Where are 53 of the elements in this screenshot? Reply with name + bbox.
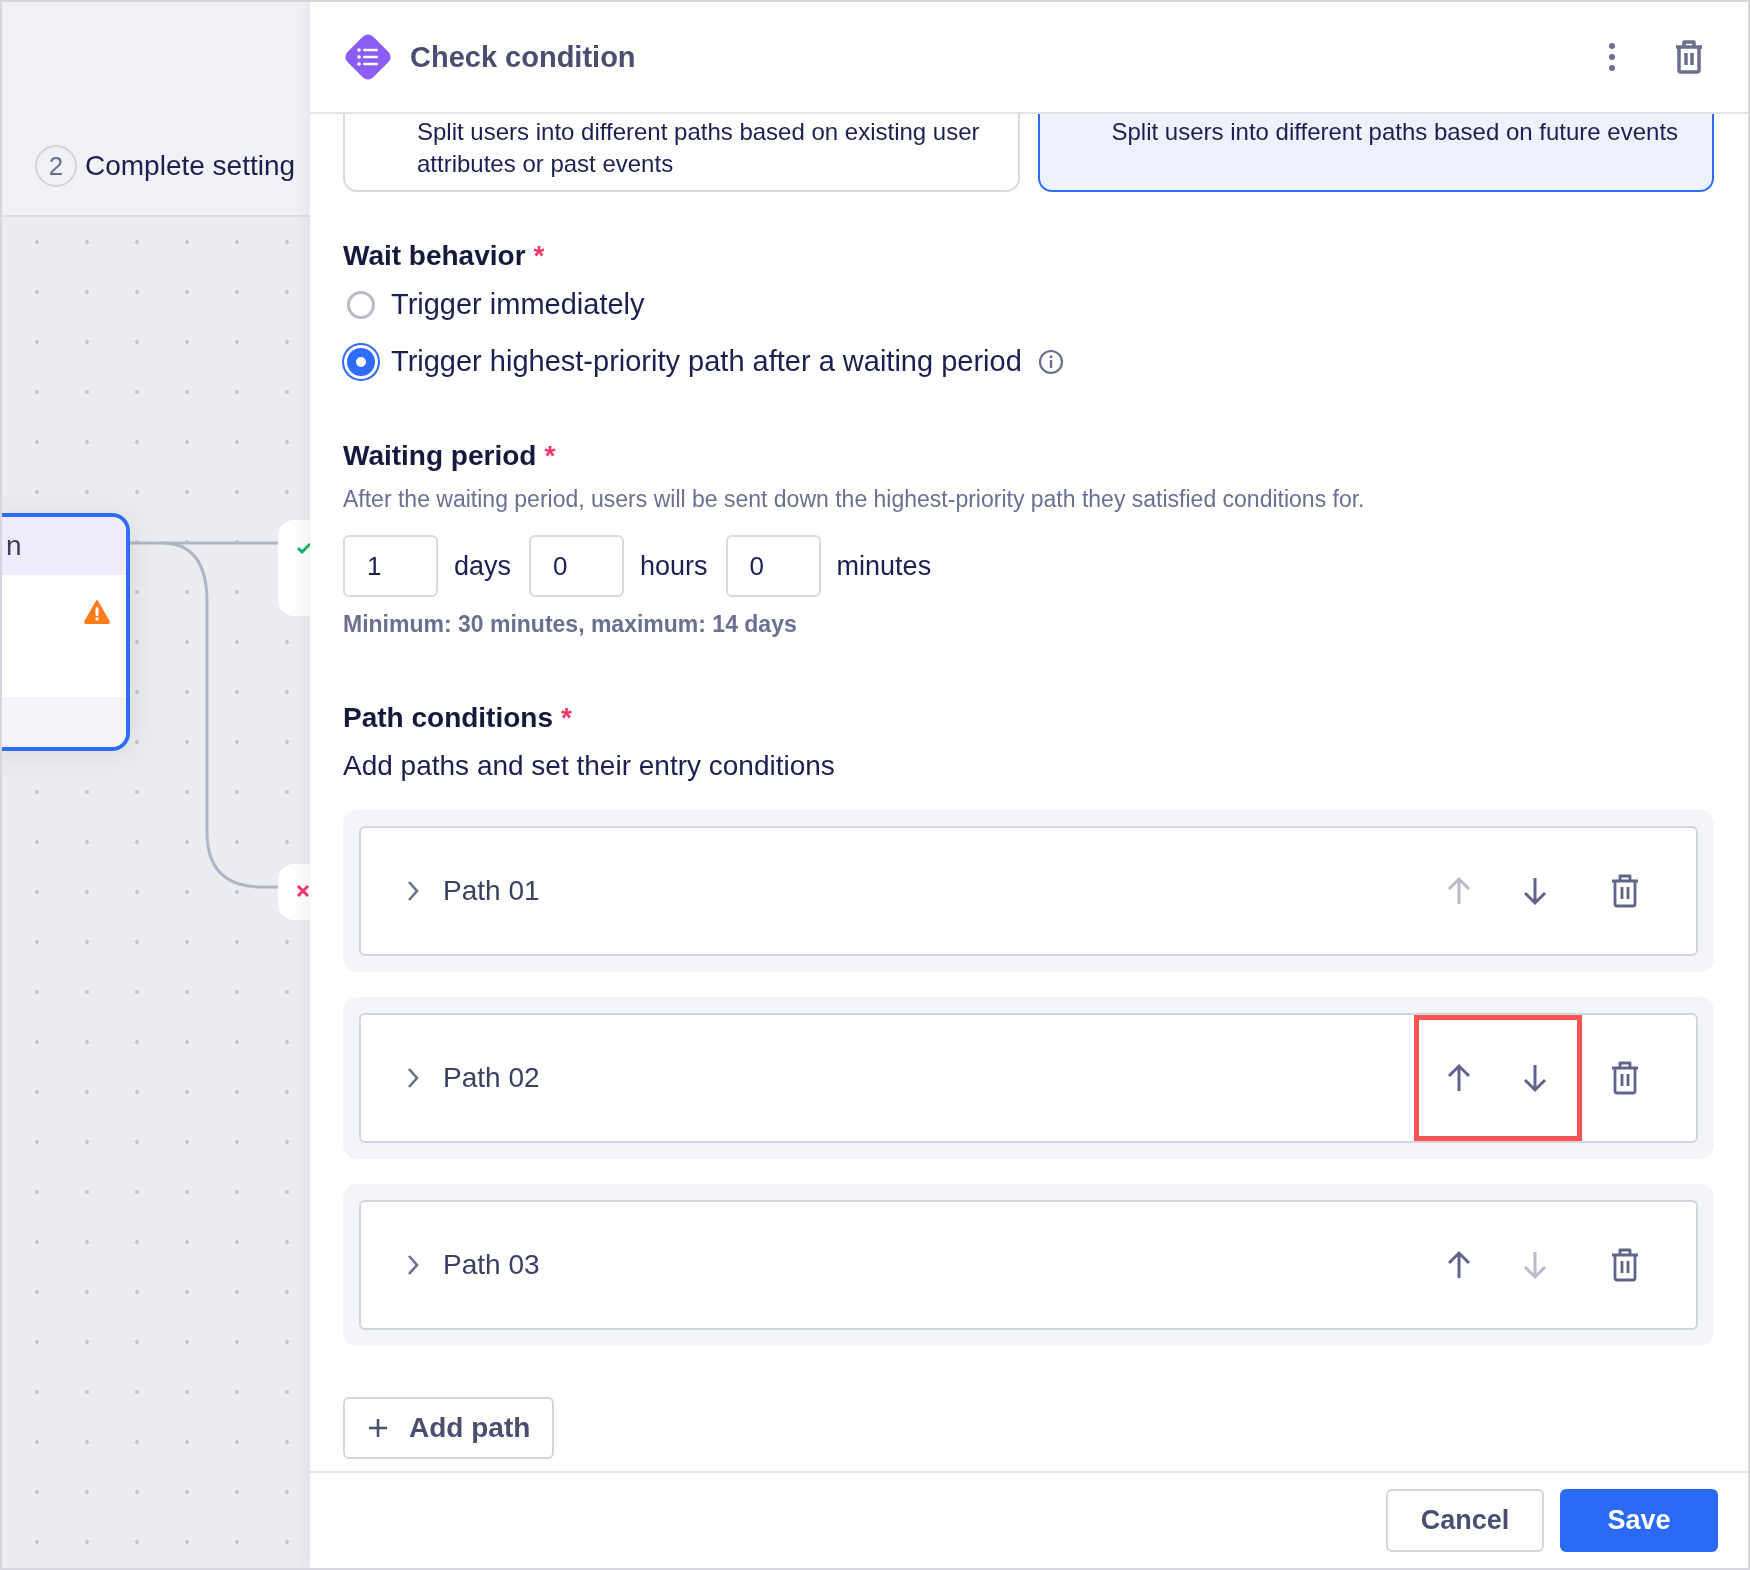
arrow-up-icon bbox=[1446, 1250, 1472, 1280]
workflow-node[interactable]: n bbox=[2, 513, 130, 751]
step-label: Complete setting bbox=[85, 150, 296, 182]
hint-text: Minimum: 30 minutes, maximum: 14 days bbox=[343, 611, 798, 638]
step-number: 2 bbox=[35, 145, 77, 187]
required-mark: * bbox=[544, 440, 556, 472]
chevron-right-icon[interactable] bbox=[405, 879, 421, 903]
radio-label[interactable]: Trigger highest-priority path after a waiting period bbox=[391, 345, 1022, 378]
option-card[interactable]: Split users into different paths based on existing user attributes or past events bbox=[343, 114, 1020, 192]
node-title: n bbox=[6, 530, 22, 562]
cross-icon bbox=[296, 884, 310, 898]
section-heading: Wait behavior bbox=[343, 240, 526, 272]
number-input[interactable]: 1 bbox=[343, 535, 438, 597]
section-heading: Waiting period bbox=[343, 440, 537, 472]
arrow-up-icon bbox=[1446, 1063, 1472, 1093]
section-description: Add paths and set their entry conditions bbox=[343, 750, 836, 782]
trash-icon bbox=[1610, 1061, 1640, 1095]
unit-label: hours bbox=[640, 550, 708, 582]
path-card[interactable]: Path 03 bbox=[359, 1200, 1698, 1330]
number-input[interactable]: 0 bbox=[725, 535, 821, 597]
section-heading: Path conditions bbox=[343, 702, 553, 734]
arrow-down-icon bbox=[1522, 876, 1548, 906]
trash-icon bbox=[1674, 40, 1704, 74]
trash-icon bbox=[1610, 874, 1640, 908]
check-icon bbox=[296, 542, 310, 554]
path-label: Path 03 bbox=[443, 1249, 540, 1281]
path-card[interactable]: Path 01 bbox=[359, 826, 1698, 956]
option-card[interactable]: Split users into different paths based on future events bbox=[1037, 114, 1714, 192]
path-label: Path 02 bbox=[443, 1062, 540, 1094]
unit-label: days bbox=[454, 550, 512, 582]
info-icon[interactable] bbox=[1037, 348, 1064, 375]
trash-icon bbox=[1610, 1248, 1640, 1282]
unit-label: minutes bbox=[836, 550, 932, 582]
path-card[interactable]: Path 02 bbox=[359, 1013, 1698, 1143]
arrow-down-icon bbox=[1522, 1063, 1548, 1093]
section-description: After the waiting period, users will be sent down the highest-priority path they satisfied conditions for. bbox=[343, 486, 1366, 513]
radio-button[interactable] bbox=[347, 290, 375, 319]
warning-icon bbox=[84, 600, 110, 624]
chevron-right-icon[interactable] bbox=[405, 1253, 421, 1277]
cancel-button[interactable]: Cancel bbox=[1386, 1489, 1544, 1552]
chevron-right-icon[interactable] bbox=[405, 1066, 421, 1090]
path-label: Path 01 bbox=[443, 875, 540, 907]
panel-title: Check condition bbox=[410, 40, 636, 74]
required-mark: * bbox=[561, 702, 572, 734]
add-path-button[interactable]: Add path bbox=[343, 1397, 555, 1459]
radio-label[interactable]: Trigger immediately bbox=[391, 288, 645, 321]
plus-icon bbox=[367, 1417, 389, 1439]
kebab-icon bbox=[1608, 42, 1616, 72]
number-input[interactable]: 0 bbox=[529, 535, 625, 597]
arrow-down-icon bbox=[1522, 1250, 1548, 1280]
save-button[interactable]: Save bbox=[1560, 1489, 1718, 1552]
required-mark: * bbox=[533, 240, 545, 272]
arrow-up-icon bbox=[1446, 876, 1472, 906]
